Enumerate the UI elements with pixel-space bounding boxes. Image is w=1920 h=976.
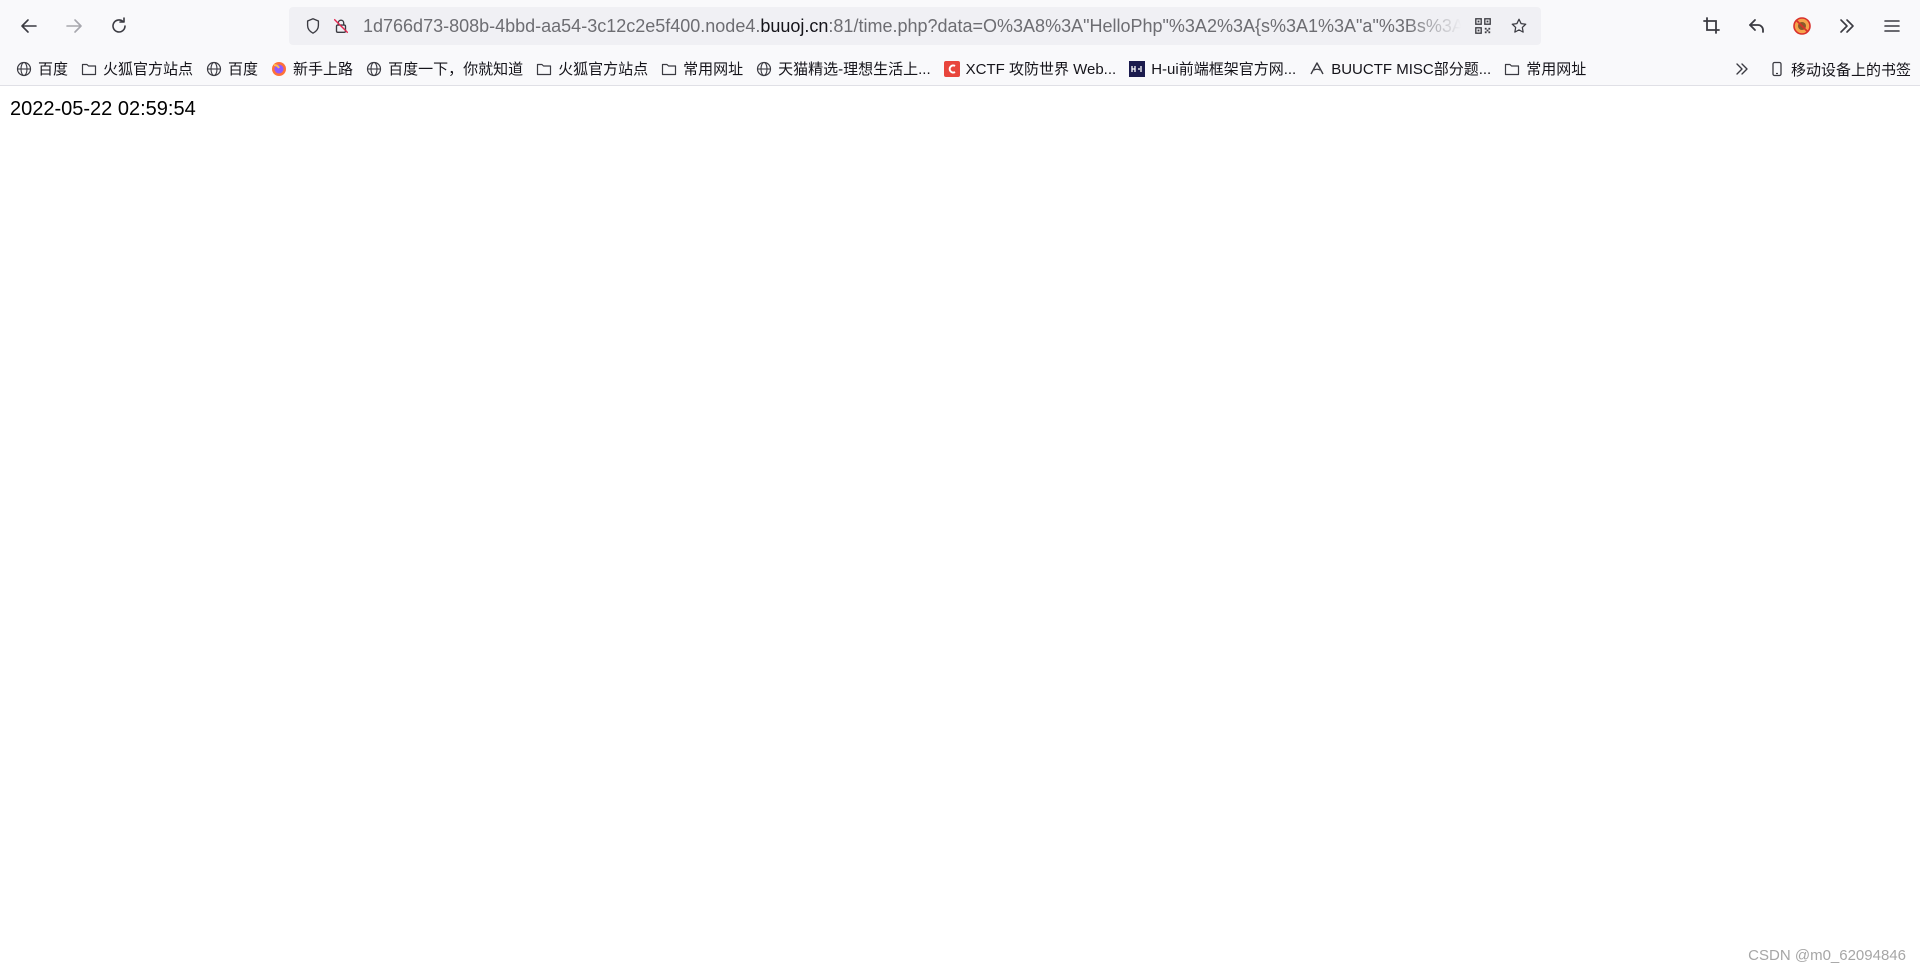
bookmark-label: 火狐官方站点 — [103, 61, 194, 78]
bookmark-label: 新手上路 — [293, 61, 354, 78]
reload-button[interactable] — [99, 6, 139, 46]
bookmark-label: BUUCTF MISC部分题... — [1331, 61, 1492, 78]
crop-icon — [1703, 17, 1720, 34]
tracking-protection-shield-icon[interactable] — [299, 12, 327, 40]
bookmark-item[interactable]: BUUCTF MISC部分题... — [1302, 55, 1497, 83]
more-tools-button[interactable] — [1827, 6, 1867, 46]
bookmarks-toolbar: 百度 火狐官方站点 百度 新手上路 百度一下，你就知道 火狐官方站点 常用网址 … — [0, 52, 1920, 86]
bookmark-label: 百度一下，你就知道 — [388, 61, 524, 78]
url-suffix: :81/time.php?data=O%3A8%3A"HelloPhp"%3A2… — [828, 15, 1461, 36]
bookmarks-overflow-button[interactable] — [1728, 55, 1756, 83]
bookmark-label: 常用网址 — [1526, 61, 1587, 78]
url-text[interactable]: 1d766d73-808b-4bbd-aa54-3c12c2e5f400.nod… — [363, 16, 1461, 37]
xctf-icon — [943, 60, 961, 78]
bookmark-star-icon[interactable] — [1505, 12, 1533, 40]
globe-icon — [15, 60, 33, 78]
firefox-icon — [270, 60, 288, 78]
bookmark-label: 天猫精选-理想生活上... — [778, 61, 931, 78]
screenshot-button[interactable] — [1692, 6, 1732, 46]
qr-code-icon[interactable] — [1469, 12, 1497, 40]
bookmark-label: 移动设备上的书签 — [1791, 61, 1912, 79]
bookmark-label: XCTF 攻防世界 Web... — [965, 61, 1117, 78]
buu-icon — [1308, 60, 1326, 78]
extension-button[interactable] — [1782, 6, 1822, 46]
undo-icon — [1749, 19, 1764, 33]
timestamp-text: 2022-05-22 02:59:54 — [10, 98, 196, 120]
bookmark-item[interactable]: 百度 — [9, 55, 74, 83]
extension-icon — [1793, 17, 1811, 35]
undo-close-tab-button[interactable] — [1737, 6, 1777, 46]
bookmark-item[interactable]: 百度 — [199, 55, 264, 83]
bookmark-folder[interactable]: 常用网址 — [654, 55, 749, 83]
bookmark-item[interactable]: 新手上路 — [264, 55, 359, 83]
bookmark-folder[interactable]: 火狐官方站点 — [74, 55, 199, 83]
bookmark-item[interactable]: XCTF 攻防世界 Web... — [937, 55, 1123, 83]
hui-icon — [1128, 60, 1146, 78]
folder-icon — [660, 60, 678, 78]
reload-icon — [112, 17, 126, 33]
bookmark-item[interactable]: 百度一下，你就知道 — [359, 55, 529, 83]
url-prefix: 1d766d73-808b-4bbd-aa54-3c12c2e5f400.nod… — [363, 15, 761, 36]
address-bar[interactable]: 1d766d73-808b-4bbd-aa54-3c12c2e5f400.nod… — [289, 7, 1541, 45]
page-content: 2022-05-22 02:59:54 — [10, 98, 196, 121]
bookmark-folder[interactable]: 火狐官方站点 — [529, 55, 654, 83]
app-menu-button[interactable] — [1872, 6, 1912, 46]
toolbar-right — [1692, 6, 1912, 46]
hamburger-icon — [1884, 20, 1900, 32]
folder-icon — [1503, 60, 1521, 78]
globe-icon — [205, 60, 223, 78]
bookmark-label: 百度 — [38, 61, 69, 78]
bookmark-label: 百度 — [228, 61, 259, 78]
folder-icon — [535, 60, 553, 78]
arrow-left-icon — [21, 19, 37, 33]
bookmark-label: 火狐官方站点 — [558, 61, 649, 78]
url-domain: buuoj.cn — [760, 15, 829, 36]
arrow-right-icon — [66, 19, 82, 33]
double-chevron-icon — [1840, 19, 1854, 33]
bookmark-item[interactable]: H-ui前端框架官方网... — [1122, 55, 1302, 83]
folder-icon — [80, 60, 98, 78]
double-chevron-icon — [1736, 63, 1748, 75]
forward-button[interactable] — [54, 6, 94, 46]
mobile-icon — [1768, 60, 1786, 78]
globe-icon — [365, 60, 383, 78]
bookmark-folder[interactable]: 常用网址 — [1497, 55, 1592, 83]
mobile-bookmarks-folder[interactable]: 移动设备上的书签 — [1762, 55, 1917, 83]
csdn-watermark: CSDN @m0_62094846 — [1748, 947, 1906, 964]
bookmark-label: H-ui前端框架官方网... — [1151, 61, 1297, 78]
bookmark-item[interactable]: 天猫精选-理想生活上... — [749, 55, 937, 83]
browser-toolbar: 1d766d73-808b-4bbd-aa54-3c12c2e5f400.nod… — [0, 0, 1920, 52]
bookmark-label: 常用网址 — [683, 61, 744, 78]
insecure-connection-lock-icon[interactable] — [327, 12, 355, 40]
back-button[interactable] — [9, 6, 49, 46]
globe-icon — [755, 60, 773, 78]
